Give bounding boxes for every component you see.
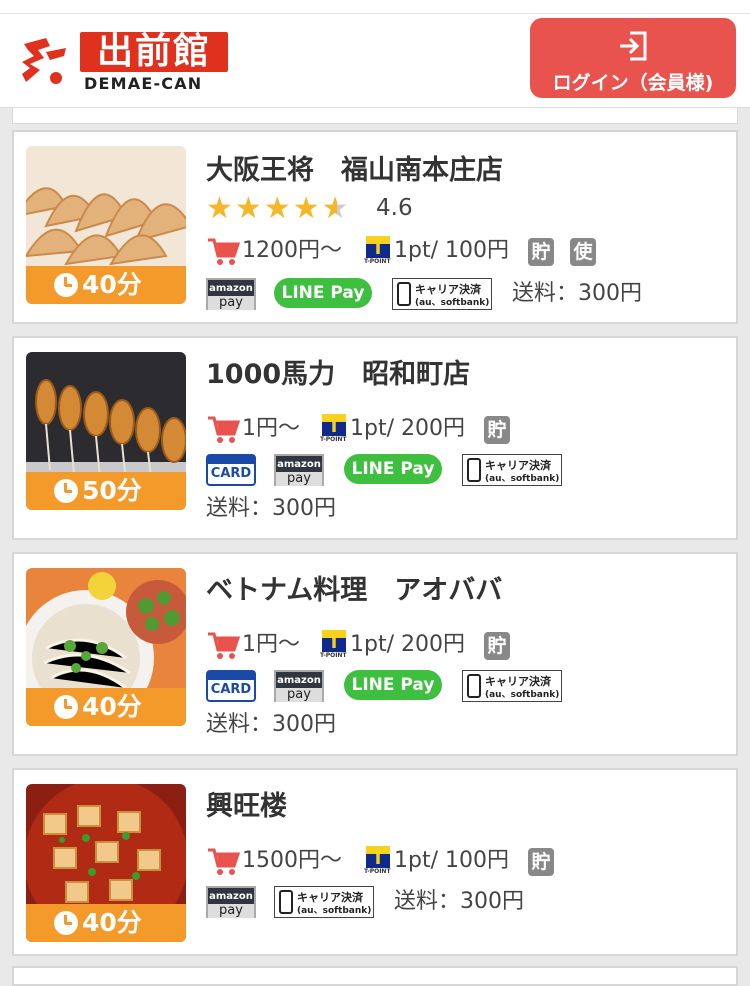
delivery-time-text: 50分 <box>82 476 142 505</box>
delivery-time-text: 40分 <box>82 270 142 299</box>
shop-name[interactable]: ベトナム料理 アオババ <box>206 568 502 607</box>
min-order: 1500円〜 <box>242 848 342 873</box>
shop-thumbnail[interactable]: 40分 <box>26 784 186 942</box>
shop-thumbnail[interactable]: 50分 <box>26 352 186 510</box>
cart-icon <box>208 416 240 443</box>
shop-name[interactable]: 大阪王将 福山南本庄店 <box>206 148 503 187</box>
star-icon: ★ <box>263 191 291 226</box>
cart-icon <box>208 848 240 875</box>
delivery-runner-icon <box>22 38 66 84</box>
half-star-icon: ★ <box>321 191 349 226</box>
min-order: 1200円〜 <box>242 238 342 263</box>
credit-card-icon: CARD <box>206 454 256 486</box>
demae-can-logo[interactable]: 出前館 DEMAE-CAN <box>20 28 228 94</box>
logo-subtitle: DEMAE-CAN <box>84 74 203 93</box>
delivery-fee: 送料：300円 <box>206 712 336 737</box>
delivery-time: 40分 <box>26 904 186 942</box>
login-label: ログイン（会員様) <box>552 72 714 94</box>
amazon-pay-icon: amazon pay <box>274 670 324 702</box>
rating-value: 4.6 <box>376 195 413 221</box>
amazon-pay-icon: amazon pay <box>206 886 256 918</box>
carrier-payment-icon: キャリア決済 (au、softbank) <box>274 886 374 918</box>
carrier-payment-icon: キャリア決済 (au、softbank) <box>392 278 492 310</box>
shop-card-aobaba[interactable]: 40分 ベトナム料理 アオババ 1円〜 T T-POINT 1pt/ 200円 貯… <box>12 552 738 756</box>
amazon-pay-icon: amazon pay <box>206 278 256 310</box>
shop-name[interactable]: 1000馬力 昭和町店 <box>206 352 470 391</box>
shop-thumbnail[interactable]: 40分 <box>26 568 186 726</box>
line-pay-icon: LINE Pay <box>344 454 442 484</box>
shop-card-osaka-ohsho[interactable]: 40分 大阪王将 福山南本庄店 ★★★★★ 4.6 1200円〜 T T-POIN… <box>12 130 738 324</box>
login-button[interactable]: ログイン（会員様) <box>530 18 736 98</box>
tpoint-icon: T T-POINT <box>364 236 391 265</box>
star-icon: ★ <box>292 191 320 226</box>
tpoint-icon: T T-POINT <box>364 846 391 875</box>
star-rating: ★★★★★ <box>206 194 351 224</box>
clock-icon <box>54 479 78 503</box>
delivery-fee: 送料：300円 <box>206 496 336 521</box>
delivery-time-text: 40分 <box>82 692 142 721</box>
clock-icon <box>54 695 78 719</box>
points-rate: 1pt/ 100円 <box>394 238 509 263</box>
min-order: 1円〜 <box>242 632 300 657</box>
shop-card-1000bariki[interactable]: 50分 1000馬力 昭和町店 1円〜 T T-POINT 1pt/ 200円 貯… <box>12 336 738 540</box>
use-points-badge: 使 <box>570 238 596 266</box>
delivery-fee: 送料：300円 <box>512 281 642 306</box>
points-rate: 1pt/ 200円 <box>350 416 465 441</box>
save-points-badge: 貯 <box>484 632 510 660</box>
save-points-badge: 貯 <box>484 416 510 444</box>
shop-card-kououro[interactable]: 40分 興旺楼 1500円〜 T T-POINT 1pt/ 100円 貯 amaz… <box>12 768 738 956</box>
app-header: 出前館 DEMAE-CAN ログイン（会員様) <box>0 14 750 108</box>
shop-thumbnail[interactable]: 40分 <box>26 146 186 304</box>
login-icon <box>620 31 647 61</box>
credit-card-icon: CARD <box>206 670 256 702</box>
carrier-payment-icon: キャリア決済 (au、softbank) <box>462 454 562 486</box>
status-bar-strip <box>0 0 750 14</box>
amazon-pay-icon: amazon pay <box>274 454 324 486</box>
save-points-badge: 貯 <box>528 848 554 876</box>
star-icon: ★ <box>234 191 262 226</box>
cart-icon <box>208 632 240 659</box>
delivery-time-text: 40分 <box>82 908 142 937</box>
points-rate: 1pt/ 100円 <box>394 848 509 873</box>
tpoint-icon: T T-POINT <box>320 414 347 443</box>
points-rate: 1pt/ 200円 <box>350 632 465 657</box>
tpoint-icon: T T-POINT <box>320 630 347 659</box>
clock-icon <box>54 911 78 935</box>
delivery-time: 40分 <box>26 688 186 726</box>
logo-wordmark: 出前館 <box>80 32 228 72</box>
shop-name[interactable]: 興旺楼 <box>206 784 287 823</box>
line-pay-icon: LINE Pay <box>274 278 372 308</box>
star-icon: ★ <box>206 191 233 226</box>
delivery-fee: 送料：300円 <box>394 889 524 914</box>
clock-icon <box>54 273 78 297</box>
delivery-time: 40分 <box>26 266 186 304</box>
cart-icon <box>208 238 240 265</box>
delivery-time: 50分 <box>26 472 186 510</box>
previous-shop-card-edge <box>12 108 738 124</box>
min-order: 1円〜 <box>242 416 300 441</box>
next-shop-card-edge <box>12 966 738 986</box>
save-points-badge: 貯 <box>528 238 554 266</box>
carrier-payment-icon: キャリア決済 (au、softbank) <box>462 670 562 702</box>
line-pay-icon: LINE Pay <box>344 670 442 700</box>
